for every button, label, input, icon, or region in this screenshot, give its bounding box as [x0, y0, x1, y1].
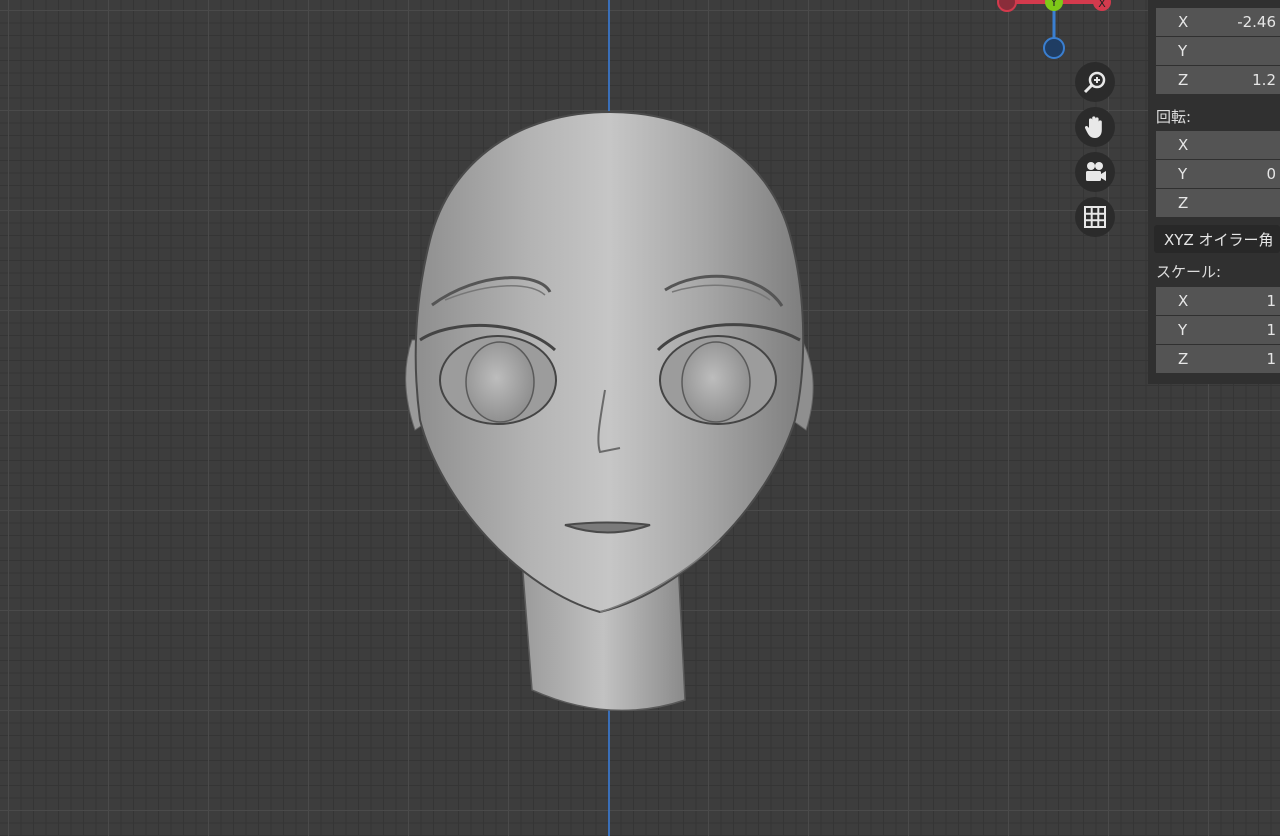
axis-label: X [1178, 13, 1189, 31]
ortho-toggle-button[interactable] [1075, 197, 1115, 237]
scale-label: スケール: [1156, 263, 1222, 281]
navigation-gizmo[interactable]: X Y [985, 0, 1125, 70]
axis-label: X [1178, 292, 1189, 310]
zoom-icon [1083, 71, 1106, 94]
y-axis-label: Y [1050, 0, 1058, 9]
field-value: 1 [1266, 292, 1276, 310]
x-axis-label: X [1098, 0, 1106, 10]
location-z-field[interactable]: Z 1.2 [1156, 66, 1280, 94]
field-value: 1.2 [1252, 71, 1276, 89]
axis-label: Y [1178, 165, 1188, 183]
axis-label: Z [1178, 350, 1189, 368]
rotation-y-field[interactable]: Y 0 [1156, 160, 1280, 188]
grid-icon [1084, 206, 1106, 228]
field-value: 1 [1266, 350, 1276, 368]
location-y-field[interactable]: Y [1156, 37, 1280, 65]
neg-x-axis-handle[interactable] [997, 0, 1017, 12]
scale-x-field[interactable]: X 1 [1156, 287, 1280, 315]
axis-label: Y [1178, 42, 1188, 60]
field-value: 1 [1266, 321, 1276, 339]
pan-button[interactable] [1075, 107, 1115, 147]
rotation-mode-dropdown[interactable]: XYZ オイラー角 [1154, 225, 1280, 253]
camera-view-button[interactable] [1075, 152, 1115, 192]
3d-viewport[interactable]: X Y [0, 0, 1280, 836]
transform-panel: X -2.46 Y Z 1.2 回転: X Y 0 Z XYZ オイラー角 スケ… [1148, 0, 1280, 384]
zoom-button[interactable] [1075, 62, 1115, 102]
neg-z-axis-handle[interactable] [1043, 37, 1065, 59]
rotation-label: 回転: [1156, 108, 1192, 126]
field-value: -2.46 [1237, 13, 1276, 31]
scale-y-field[interactable]: Y 1 [1156, 316, 1280, 344]
location-x-field[interactable]: X -2.46 [1156, 8, 1280, 36]
scale-z-field[interactable]: Z 1 [1156, 345, 1280, 373]
axis-label: Z [1178, 71, 1189, 89]
axis-label: Z [1178, 194, 1189, 212]
rotation-mode-value: XYZ オイラー角 [1164, 231, 1274, 249]
camera-icon [1086, 162, 1106, 181]
hand-pan-icon [1084, 116, 1102, 138]
rotation-x-field[interactable]: X [1156, 131, 1280, 159]
axis-label: X [1178, 136, 1189, 154]
field-value: 0 [1266, 165, 1276, 183]
rotation-z-field[interactable]: Z [1156, 189, 1280, 217]
axis-label: Y [1178, 321, 1188, 339]
